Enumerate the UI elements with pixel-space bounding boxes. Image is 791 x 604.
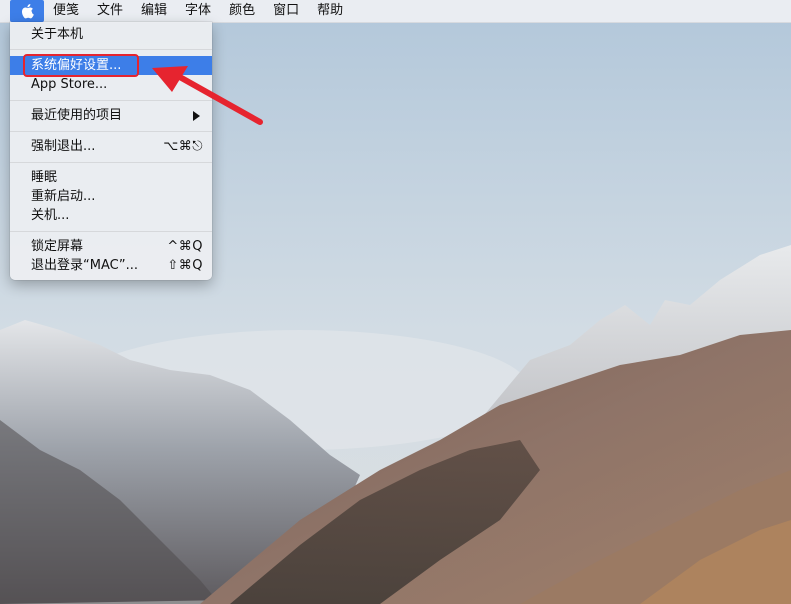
menu-item-force-quit[interactable]: 强制退出... ⌥⌘⎋ — [10, 137, 212, 156]
menu-item-label: 最近使用的项目 — [31, 108, 123, 123]
menu-item-restart[interactable]: 重新启动... — [10, 187, 212, 206]
menu-item-logout[interactable]: 退出登录“MAC”... ⇧⌘Q — [10, 256, 212, 275]
menu-color[interactable]: 颜色 — [220, 0, 264, 22]
menu-font[interactable]: 字体 — [176, 0, 220, 22]
menu-help[interactable]: 帮助 — [308, 0, 352, 22]
shortcut-label: ⇧⌘Q — [167, 258, 203, 273]
menu-bar: 便笺 文件 编辑 字体 颜色 窗口 帮助 — [0, 0, 791, 23]
menu-item-label: 强制退出... — [31, 139, 96, 154]
menu-separator — [10, 49, 212, 50]
menu-file[interactable]: 文件 — [88, 0, 132, 22]
annotation-highlight-box — [23, 54, 139, 77]
menu-item-about[interactable]: 关于本机 — [10, 25, 212, 44]
menu-item-label: 退出登录“MAC”... — [31, 258, 139, 273]
menu-separator — [10, 231, 212, 232]
apple-logo-icon — [21, 4, 34, 19]
menu-notes[interactable]: 便笺 — [44, 0, 88, 22]
menu-item-lock-screen[interactable]: 锁定屏幕 ^⌘Q — [10, 237, 212, 256]
menu-item-sleep[interactable]: 睡眠 — [10, 168, 212, 187]
menu-item-label: 锁定屏幕 — [31, 239, 84, 254]
annotation-arrow-icon — [152, 66, 263, 125]
shortcut-label: ^⌘Q — [167, 239, 203, 254]
apple-menu-button[interactable] — [10, 0, 44, 22]
menu-separator — [10, 162, 212, 163]
menu-window[interactable]: 窗口 — [264, 0, 308, 22]
menu-separator — [10, 131, 212, 132]
shortcut-label: ⌥⌘⎋ — [163, 139, 203, 154]
menu-edit[interactable]: 编辑 — [132, 0, 176, 22]
menu-item-shutdown[interactable]: 关机... — [10, 206, 212, 225]
